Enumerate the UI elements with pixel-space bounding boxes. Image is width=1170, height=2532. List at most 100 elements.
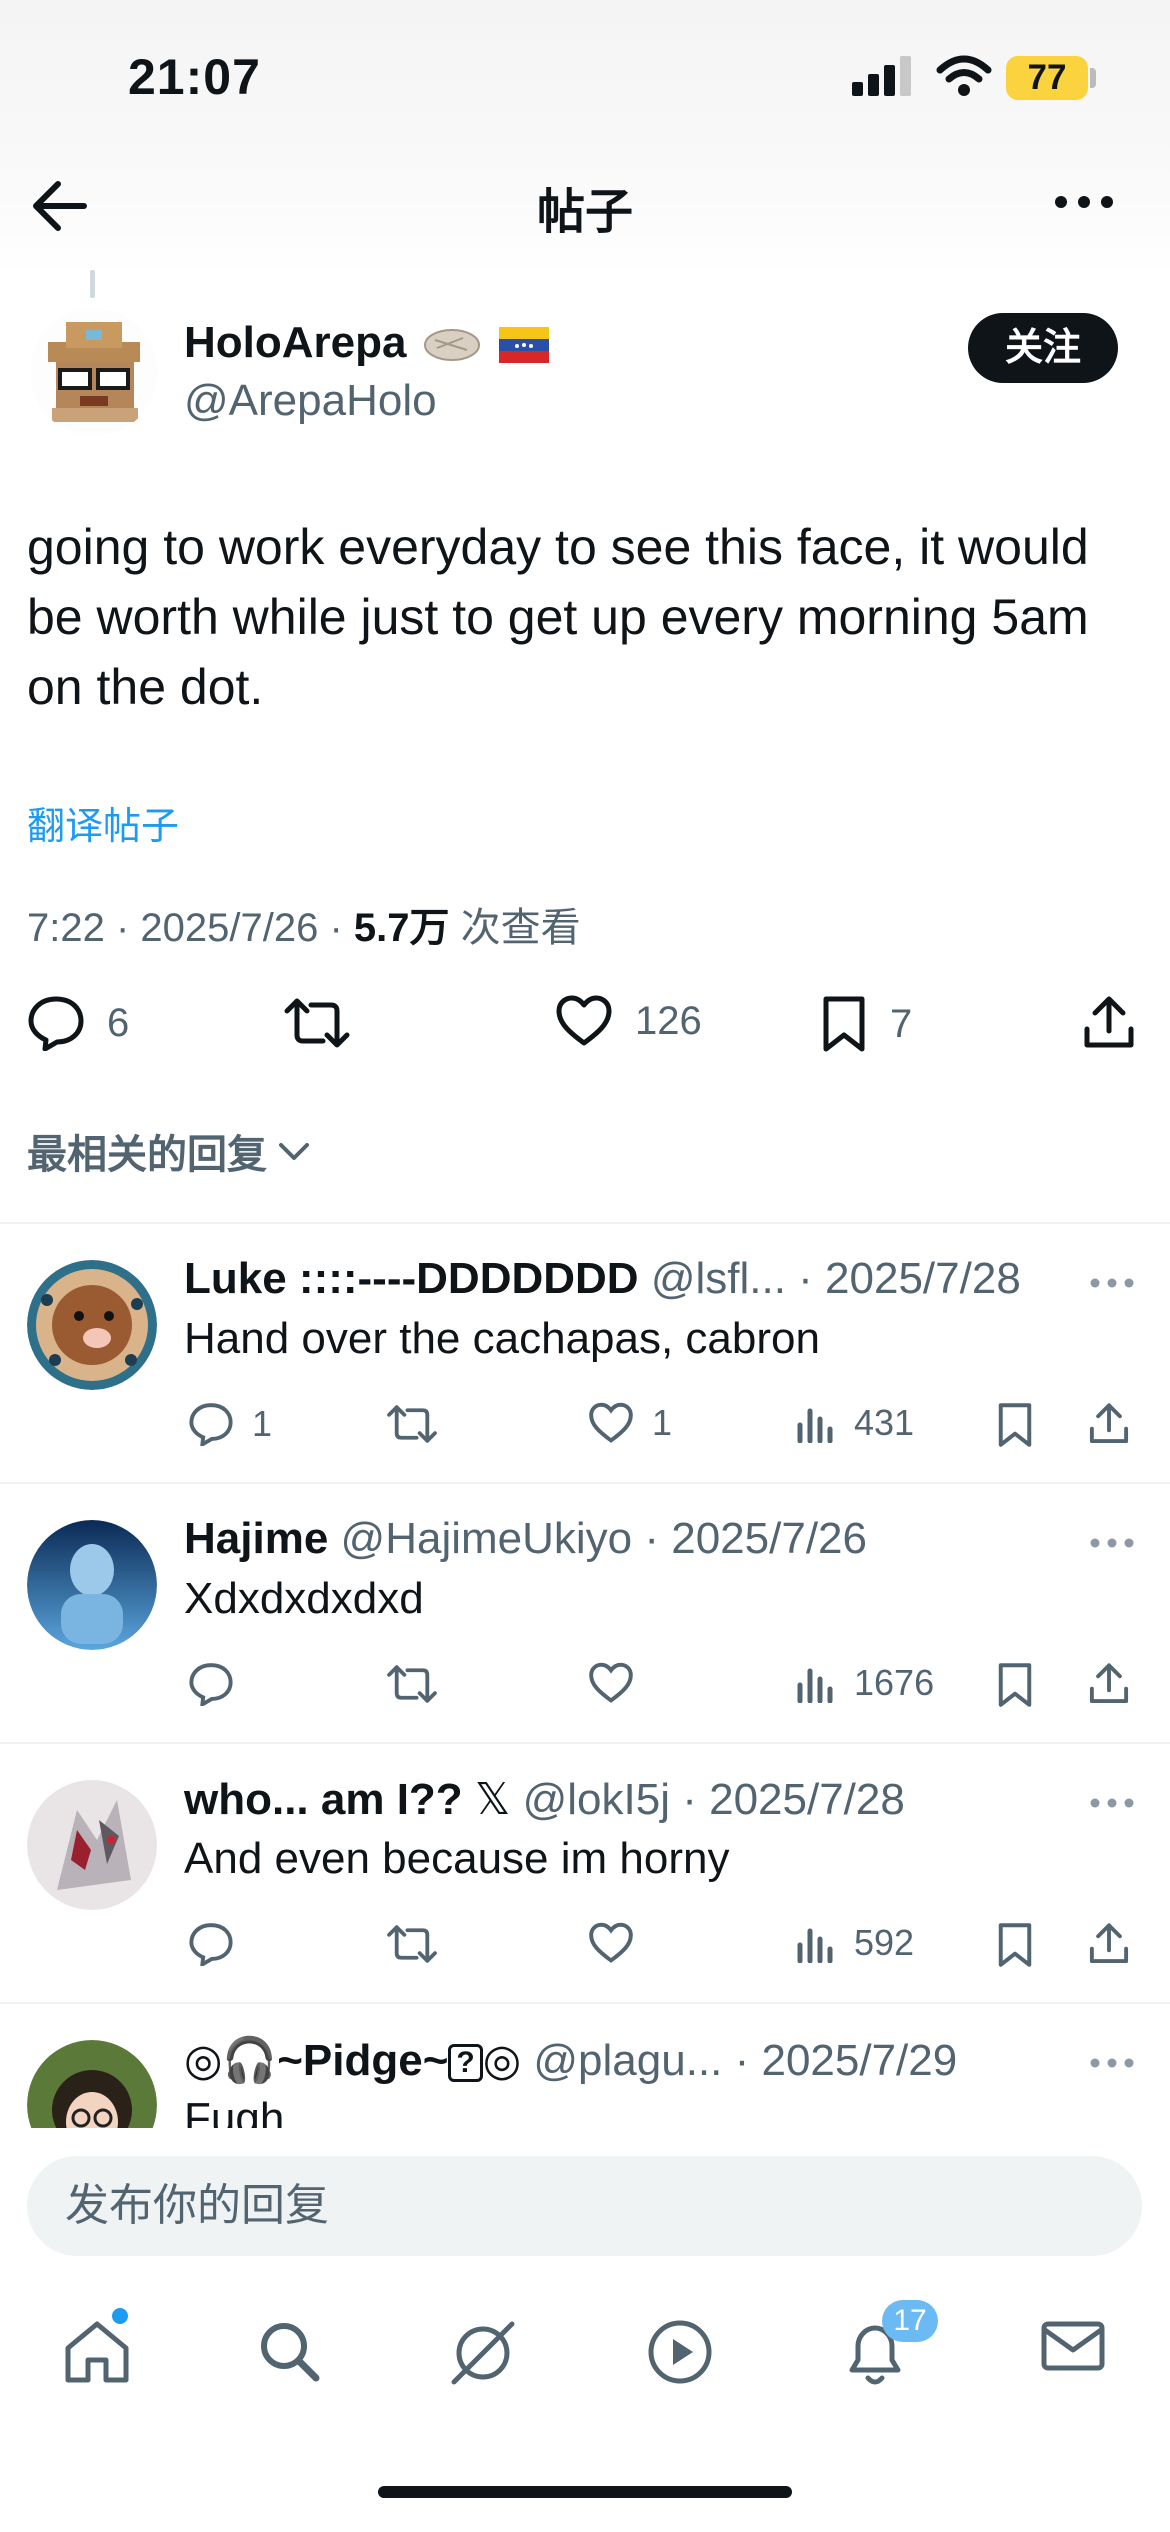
cell-signal-icon	[852, 56, 914, 96]
bookmark-button[interactable]	[996, 1922, 1034, 1968]
translate-post-link[interactable]: 翻译帖子	[27, 795, 179, 850]
reply-icon	[188, 1922, 234, 1966]
reply-item[interactable]: Hajime @HajimeUkiyo · 2025/7/26 Xdxdxdxd…	[0, 1484, 1170, 1742]
like-button[interactable]: 1	[588, 1402, 672, 1444]
bookmark-icon	[996, 1402, 1034, 1448]
status-time: 21:07	[128, 49, 261, 105]
views-count: 431	[854, 1402, 915, 1443]
reply-avatar[interactable]	[27, 2040, 157, 2128]
play-circle-icon	[646, 2318, 714, 2386]
repost-icon	[386, 1922, 438, 1966]
like-button[interactable]	[588, 1662, 652, 1704]
reply-author-handle[interactable]: @lokI5j	[523, 1775, 670, 1824]
bookmark-icon	[820, 995, 868, 1053]
arepa-emoji-icon	[423, 328, 481, 362]
reply-icon	[188, 1402, 234, 1446]
follow-button[interactable]: 关注	[968, 313, 1118, 383]
tab-grok[interactable]	[448, 2318, 518, 2388]
spiral-emoji-icon: ◎	[184, 2036, 223, 2085]
views-button[interactable]: 431	[796, 1402, 914, 1444]
reply-author-handle[interactable]: @HajimeUkiyo	[341, 1514, 633, 1563]
reply-item[interactable]: ◎🎧~Pidge~? ◎ @plagu... · 2025/7/29 Fugh	[0, 2004, 1170, 2128]
repost-button[interactable]	[386, 1402, 438, 1446]
more-options-icon[interactable]	[1090, 2058, 1134, 2068]
repost-icon	[386, 1402, 438, 1446]
share-button[interactable]	[1088, 1662, 1130, 1706]
repost-icon	[283, 995, 351, 1051]
share-button[interactable]	[1082, 995, 1136, 1051]
reply-author-name[interactable]: Hajime	[184, 1514, 328, 1563]
view-count: 5.7万	[353, 906, 450, 950]
reply-header: who... am I?? 𝕏 @lokI5j · 2025/7/28	[184, 1774, 905, 1825]
tab-video[interactable]	[646, 2318, 714, 2386]
repost-button[interactable]	[386, 1662, 438, 1706]
like-button[interactable]	[588, 1922, 652, 1964]
spiral-emoji-icon: ◎	[482, 2036, 522, 2085]
reply-text: And even because im horny	[184, 1834, 730, 1883]
views-button[interactable]: 592	[796, 1922, 914, 1964]
more-options-icon[interactable]	[1054, 195, 1114, 209]
reply-header: ◎🎧~Pidge~? ◎ @plagu... · 2025/7/29	[184, 2034, 957, 2086]
more-options-icon[interactable]	[1090, 1278, 1134, 1288]
views-chart-icon	[796, 1923, 836, 1963]
reply-date: · 2025/7/26	[632, 1514, 867, 1563]
reply-author-name[interactable]: who... am I??	[184, 1775, 463, 1824]
reply-item[interactable]: who... am I?? 𝕏 @lokI5j · 2025/7/28 And …	[0, 1744, 1170, 2002]
more-options-icon[interactable]	[1090, 1538, 1134, 1548]
views-button[interactable]: 1676	[796, 1662, 934, 1704]
reply-author-name[interactable]: Luke ::::----DDDDDDD	[184, 1254, 639, 1303]
reply-button[interactable]: 6	[27, 995, 129, 1051]
author-handle[interactable]: @ArepaHolo	[184, 376, 437, 426]
reply-composer-input[interactable]: 发布你的回复	[27, 2156, 1142, 2256]
views-chart-icon	[796, 1663, 836, 1703]
share-icon	[1088, 1922, 1130, 1966]
repost-icon	[386, 1662, 438, 1706]
venezuela-flag-icon	[498, 327, 549, 364]
heart-icon	[588, 1922, 634, 1964]
share-icon	[1082, 995, 1136, 1051]
repost-button[interactable]	[386, 1922, 438, 1966]
reply-author-handle[interactable]: @plagu...	[533, 2036, 722, 2085]
reply-author-name[interactable]: Pidge	[303, 2036, 423, 2085]
headphones-emoji-icon: 🎧	[222, 2036, 278, 2085]
reply-avatar[interactable]	[27, 1780, 157, 1910]
like-button[interactable]: 126	[555, 995, 702, 1047]
share-button[interactable]	[1088, 1922, 1130, 1966]
share-button[interactable]	[1088, 1402, 1130, 1446]
author-name[interactable]: HoloArepa	[184, 318, 549, 368]
sort-replies-dropdown[interactable]: 最相关的回复	[27, 1122, 311, 1180]
author-name-text: HoloArepa	[184, 318, 407, 367]
author-avatar[interactable]	[30, 308, 158, 436]
reply-author-handle[interactable]: @lsfl...	[651, 1254, 786, 1303]
views-count: 592	[854, 1922, 915, 1963]
reply-avatar[interactable]	[27, 1260, 157, 1390]
reply-avatar[interactable]	[27, 1520, 157, 1650]
bookmark-button[interactable]: 7	[820, 995, 912, 1053]
reply-date: · 2025/7/28	[670, 1775, 905, 1824]
wifi-icon	[936, 54, 992, 98]
back-arrow-icon[interactable]	[30, 178, 90, 234]
repost-button[interactable]	[283, 995, 351, 1051]
more-options-icon[interactable]	[1090, 1798, 1134, 1808]
reply-count: 1	[252, 1403, 273, 1444]
reply-button[interactable]	[188, 1922, 252, 1966]
tab-home[interactable]	[62, 2318, 132, 2386]
bookmark-icon	[996, 1662, 1034, 1708]
reply-icon	[27, 995, 85, 1051]
like-count: 126	[635, 998, 702, 1043]
reply-button[interactable]: 1	[188, 1402, 272, 1446]
question-box-icon: ?	[448, 2044, 483, 2083]
post-text: going to work everyday to see this face,…	[27, 519, 1089, 715]
reply-item[interactable]: Luke ::::----DDDDDDD @lsfl... · 2025/7/2…	[0, 1224, 1170, 1482]
reply-button[interactable]	[188, 1662, 252, 1706]
bookmark-button[interactable]	[996, 1662, 1034, 1708]
wave-emoji-icon: ~	[277, 2036, 303, 2085]
share-icon	[1088, 1402, 1130, 1446]
bookmark-button[interactable]	[996, 1402, 1034, 1448]
tab-search[interactable]	[256, 2318, 322, 2384]
share-icon	[1088, 1662, 1130, 1706]
heart-icon	[555, 995, 613, 1047]
view-count-suffix: 次查看	[449, 906, 581, 950]
home-icon	[62, 2318, 132, 2386]
tab-messages[interactable]	[1040, 2318, 1106, 2374]
